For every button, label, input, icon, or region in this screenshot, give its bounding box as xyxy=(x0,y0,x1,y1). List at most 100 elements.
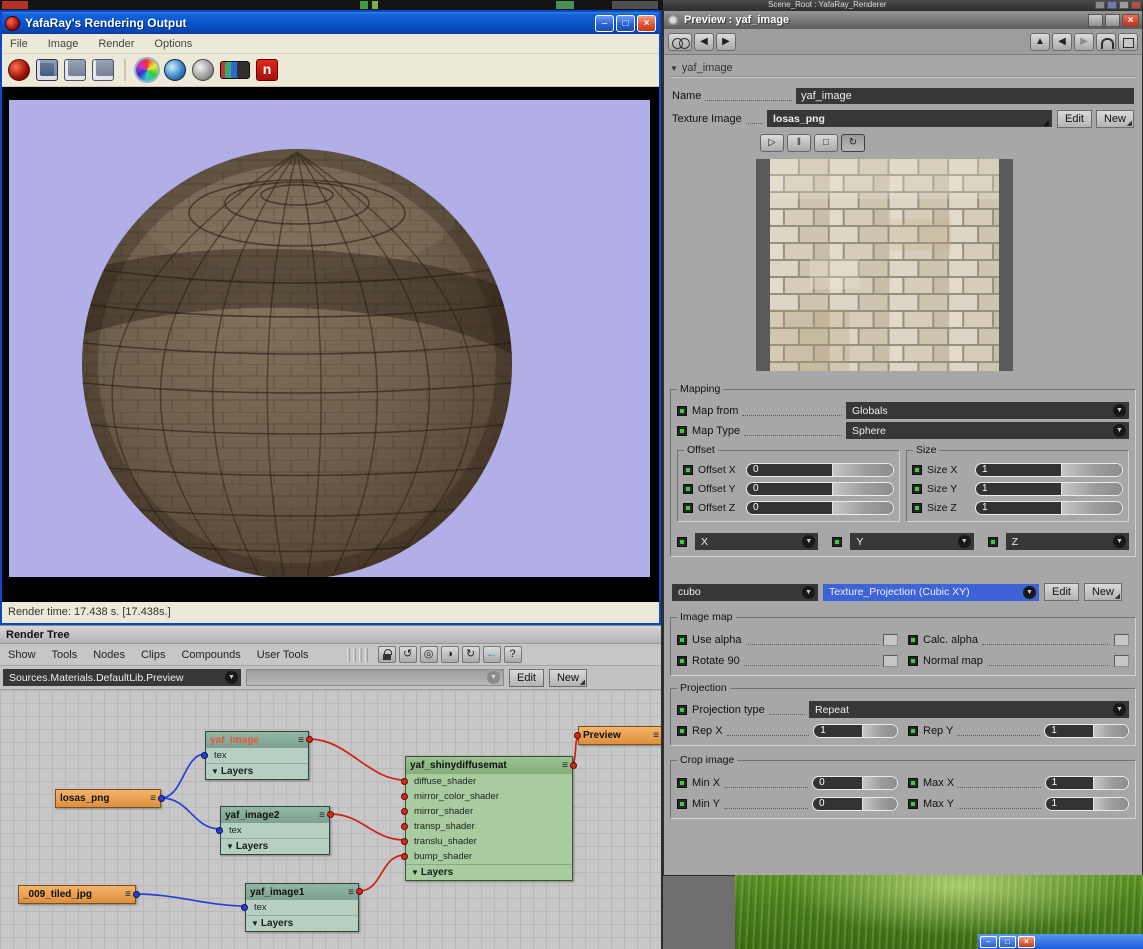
menu-file[interactable]: File xyxy=(10,38,28,50)
slider-thumb[interactable] xyxy=(831,502,893,514)
projection-edit-button[interactable]: Edit xyxy=(1044,583,1079,601)
cubo-dropdown[interactable]: cubo ▼ xyxy=(672,583,818,601)
minimize-button[interactable]: – xyxy=(595,14,614,32)
axis-y-dropdown[interactable]: Y ▼ xyxy=(850,533,974,550)
input-port-mirror-color-shader[interactable] xyxy=(401,792,408,800)
offset-y-slider[interactable]: 0 xyxy=(746,482,894,496)
use-alpha-anim-toggle[interactable] xyxy=(677,635,687,645)
min-x-slider[interactable]: 0 xyxy=(812,776,898,790)
calc-alpha-anim-toggle[interactable] xyxy=(908,635,918,645)
close-button[interactable]: × xyxy=(637,14,656,32)
menu-tools[interactable]: Tools xyxy=(52,649,78,661)
projection-type-dropdown[interactable]: Repeat ▼ xyxy=(809,701,1129,718)
slider-thumb[interactable] xyxy=(831,483,893,495)
panel-close-button[interactable]: × xyxy=(1122,13,1139,27)
input-port-bump-shader[interactable] xyxy=(401,852,408,860)
prev-button[interactable]: ◀ xyxy=(694,32,714,51)
node-menu-icon[interactable]: ≡ xyxy=(562,760,568,771)
normal-map-anim-toggle[interactable] xyxy=(908,656,918,666)
history-forward-button[interactable]: ▶ xyxy=(1074,32,1094,51)
menu-image[interactable]: Image xyxy=(48,38,79,50)
output-port[interactable] xyxy=(306,736,313,743)
size-z-anim-toggle[interactable] xyxy=(912,503,922,513)
input-port-tex[interactable] xyxy=(216,826,223,834)
map-from-dropdown[interactable]: Globals ▼ xyxy=(846,402,1129,419)
texture-edit-button[interactable]: Edit xyxy=(1057,109,1092,128)
menu-clips[interactable]: Clips xyxy=(141,649,165,661)
texture-image-dropdown[interactable]: losas_png ◢ xyxy=(767,110,1053,127)
half-circle-icon[interactable]: ◑ xyxy=(440,646,459,663)
node-graph[interactable]: yaf_image ≡ tex ▼ Layers Preview ≡ losas_pn… xyxy=(0,690,661,949)
minimize-button[interactable]: – xyxy=(980,935,997,948)
node-menu-icon[interactable]: ≡ xyxy=(653,730,659,741)
panel-pin-icon[interactable] xyxy=(1105,13,1120,27)
texture-projection-dropdown[interactable]: Texture_Projection (Cubic XY) ▼ xyxy=(823,583,1039,601)
slider-thumb[interactable] xyxy=(831,464,893,476)
yafaray-titlebar[interactable]: YafaRay's Rendering Output – □ × xyxy=(2,12,659,34)
maximize-button[interactable]: □ xyxy=(616,14,635,32)
node-menu-icon[interactable]: ≡ xyxy=(125,889,131,900)
save-alpha-icon[interactable] xyxy=(92,59,114,81)
help-icon[interactable]: ? xyxy=(503,646,522,663)
rep-y-anim-toggle[interactable] xyxy=(908,726,918,736)
collapse-icon[interactable]: ▼ xyxy=(226,842,234,851)
rep-x-anim-toggle[interactable] xyxy=(677,726,687,736)
offset-z-anim-toggle[interactable] xyxy=(683,503,693,513)
edit-button[interactable]: Edit xyxy=(509,668,544,687)
input-port-transp-shader[interactable] xyxy=(401,822,408,830)
slider-thumb[interactable] xyxy=(1093,798,1129,810)
size-x-anim-toggle[interactable] xyxy=(912,465,922,475)
size-y-slider[interactable]: 1 xyxy=(975,482,1123,496)
menu-user-tools[interactable]: User Tools xyxy=(257,649,309,661)
max-y-anim-toggle[interactable] xyxy=(908,799,918,809)
secondary-dropdown[interactable]: ▼ xyxy=(246,669,504,686)
environment-sphere-icon[interactable] xyxy=(164,59,186,81)
red-badge-icon[interactable] xyxy=(256,59,278,81)
up-level-button[interactable]: ▲ xyxy=(1030,32,1050,51)
panel-option-icon[interactable] xyxy=(1088,13,1103,27)
node-yaf-shinydiffusemat[interactable]: yaf_shinydiffusemat ≡ diffuse_shader mirr… xyxy=(401,756,577,881)
slider-thumb[interactable] xyxy=(861,777,897,789)
node-yaf-image2[interactable]: yaf_image2 ≡ tex ▼ Layers xyxy=(216,806,334,855)
node-preview[interactable]: Preview ≡ xyxy=(574,726,661,745)
color-wheel-icon[interactable] xyxy=(136,59,158,81)
rotate-90-checkbox[interactable] xyxy=(883,655,898,667)
projection-new-button[interactable]: New ◢ xyxy=(1083,583,1122,601)
map-from-anim-toggle[interactable] xyxy=(677,405,687,416)
target-icon[interactable]: ◎ xyxy=(419,646,438,663)
calc-alpha-checkbox[interactable] xyxy=(1114,634,1129,646)
node-yaf-image1[interactable]: yaf_image1 ≡ tex ▼ Layers xyxy=(241,883,363,932)
input-port-tex[interactable] xyxy=(201,751,208,759)
map-type-dropdown[interactable]: Sphere ▼ xyxy=(846,422,1129,439)
projection-type-anim-toggle[interactable] xyxy=(677,704,687,715)
axis-x-anim-toggle[interactable] xyxy=(677,536,687,547)
map-type-anim-toggle[interactable] xyxy=(677,425,687,436)
max-y-slider[interactable]: 1 xyxy=(1044,797,1130,811)
output-port[interactable] xyxy=(570,761,577,769)
collapse-icon[interactable]: ▼ xyxy=(411,868,419,877)
output-port[interactable] xyxy=(356,888,363,895)
lens-icon[interactable] xyxy=(668,32,692,51)
preview-panel-titlebar[interactable]: Preview : yaf_image × xyxy=(664,11,1142,29)
offset-y-anim-toggle[interactable] xyxy=(683,484,693,494)
offset-z-slider[interactable]: 0 xyxy=(746,501,894,515)
output-port[interactable] xyxy=(158,794,165,802)
collapse-icon[interactable]: ▼ xyxy=(251,919,259,928)
size-y-anim-toggle[interactable] xyxy=(912,484,922,494)
slider-thumb[interactable] xyxy=(1060,502,1122,514)
pause-button[interactable]: ‖ xyxy=(787,134,811,152)
axis-z-dropdown[interactable]: Z ▼ xyxy=(1005,533,1129,550)
slider-thumb[interactable] xyxy=(1093,725,1128,737)
menu-render[interactable]: Render xyxy=(98,38,134,50)
output-port[interactable] xyxy=(133,890,140,898)
min-x-anim-toggle[interactable] xyxy=(677,778,687,788)
node-009-tiled-jpg[interactable]: _009_tiled_jpg ≡ xyxy=(18,885,140,904)
lock-icon[interactable] xyxy=(377,646,396,663)
input-port-mirror-shader[interactable] xyxy=(401,807,408,815)
min-y-anim-toggle[interactable] xyxy=(677,799,687,809)
slider-thumb[interactable] xyxy=(862,725,898,737)
collapse-icon[interactable]: ▼ xyxy=(670,64,678,73)
max-x-anim-toggle[interactable] xyxy=(908,778,918,788)
offset-x-anim-toggle[interactable] xyxy=(683,465,693,475)
maximize-button[interactable]: □ xyxy=(999,935,1016,948)
